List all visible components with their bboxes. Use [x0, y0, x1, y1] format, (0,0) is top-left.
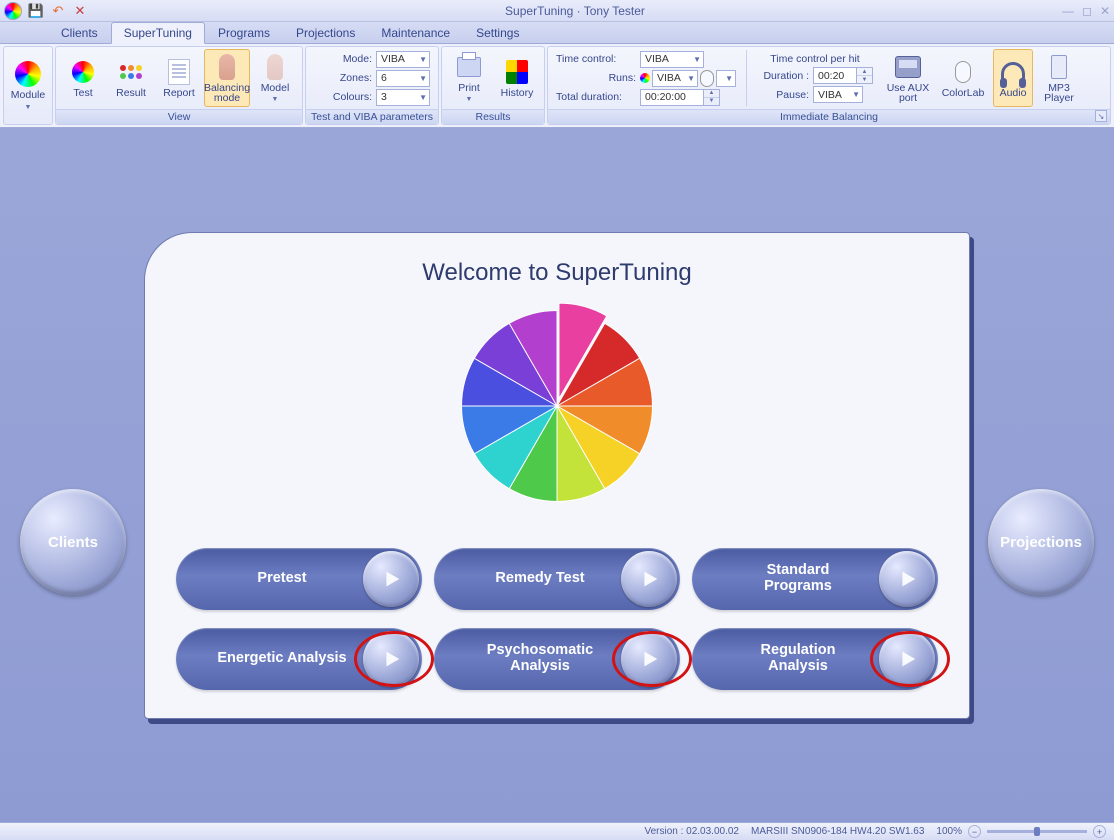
time-control-label: Time control:: [556, 53, 636, 65]
time-control-combo[interactable]: VIBA▼: [640, 51, 704, 68]
zoom-in-button[interactable]: +: [1093, 825, 1106, 838]
standard-programs-button[interactable]: Standard Programs: [692, 548, 938, 610]
mouse-icon: [700, 70, 714, 87]
group-immediate-launcher[interactable]: ↘: [1095, 110, 1107, 122]
history-icon: [506, 60, 528, 84]
mouse-icon: [955, 61, 971, 83]
dots-icon: [120, 65, 142, 79]
regulation-analysis-button[interactable]: Regulation Analysis: [692, 628, 938, 690]
total-duration-field[interactable]: 00:20:00: [640, 89, 704, 106]
energetic-analysis-button[interactable]: Energetic Analysis: [176, 628, 422, 690]
port-icon: [895, 56, 921, 78]
mp3-icon: [1051, 55, 1067, 79]
play-icon: [621, 631, 677, 687]
zones-combo[interactable]: 6▼: [376, 70, 430, 87]
duration-spinner[interactable]: ▲▼: [857, 67, 873, 84]
view-balancing-mode-button[interactable]: Balancing mode: [204, 49, 250, 107]
mp3-player-button[interactable]: MP3 Player: [1039, 49, 1079, 107]
clients-nav-button[interactable]: Clients: [20, 489, 126, 595]
runs-combo[interactable]: VIBA▼: [652, 70, 698, 87]
status-version: Version : 02.03.00.02: [644, 826, 739, 837]
color-wheel-icon: [72, 61, 94, 83]
color-wheel-icon: [15, 61, 41, 87]
group-view-title: View: [56, 109, 302, 124]
mode-combo[interactable]: VIBA▼: [376, 51, 430, 68]
minimize-button[interactable]: —: [1062, 4, 1074, 18]
window-title: SuperTuning · Tony Tester: [88, 4, 1062, 18]
play-icon: [621, 551, 677, 607]
tab-settings[interactable]: Settings: [463, 22, 532, 43]
headphones-icon: [1001, 62, 1025, 82]
zoom-out-button[interactable]: −: [968, 825, 981, 838]
color-wheel-icon: [452, 301, 662, 511]
colours-combo[interactable]: 3▼: [376, 89, 430, 106]
use-aux-port-button[interactable]: Use AUX port: [883, 49, 933, 107]
mode-label: Mode:: [314, 53, 372, 65]
audio-button[interactable]: Audio: [993, 49, 1033, 107]
zones-label: Zones:: [314, 72, 372, 84]
status-device: MARSIII SN0906-184 HW4.20 SW1.63: [751, 826, 924, 837]
group-immediate-title: Immediate Balancing: [548, 109, 1110, 124]
duration-label: Duration :: [757, 70, 809, 82]
zoom-level: 100%: [936, 826, 962, 837]
close-button[interactable]: ✕: [1100, 4, 1110, 18]
play-icon: [363, 631, 419, 687]
qat-undo-button[interactable]: ↶: [50, 3, 66, 19]
tab-programs[interactable]: Programs: [205, 22, 283, 43]
remedy-test-button[interactable]: Remedy Test: [434, 548, 680, 610]
play-icon: [363, 551, 419, 607]
welcome-panel: Welcome to SuperTuning Pretest Remedy Te…: [144, 232, 970, 719]
body-icon: [219, 54, 235, 80]
view-report-button[interactable]: Report: [156, 49, 202, 107]
time-per-hit-label: Time control per hit: [770, 53, 859, 65]
view-result-button[interactable]: Result: [108, 49, 154, 107]
ribbon-tabs: Clients SuperTuning Programs Projections…: [0, 22, 1114, 44]
pause-label: Pause:: [757, 89, 809, 101]
qat-close-button[interactable]: ✕: [72, 3, 88, 19]
history-button[interactable]: History: [494, 49, 540, 107]
total-duration-label: Total duration:: [556, 91, 636, 103]
app-orb-icon[interactable]: [4, 2, 22, 20]
print-button[interactable]: Print▼: [446, 49, 492, 107]
projections-nav-button[interactable]: Projections: [988, 489, 1094, 595]
group-params-title: Test and VIBA parameters: [306, 109, 438, 124]
psychosomatic-analysis-button[interactable]: Psychosomatic Analysis: [434, 628, 680, 690]
qat-save-button[interactable]: 💾: [28, 3, 44, 19]
play-icon: [879, 631, 935, 687]
maximize-button[interactable]: ◻: [1082, 4, 1092, 18]
printer-icon: [457, 57, 481, 77]
body-icon: [267, 54, 283, 80]
duration-field[interactable]: 00:20: [813, 67, 857, 84]
tab-maintenance[interactable]: Maintenance: [368, 22, 463, 43]
tab-clients[interactable]: Clients: [48, 22, 111, 43]
welcome-heading: Welcome to SuperTuning: [167, 259, 947, 287]
total-duration-spinner[interactable]: ▲▼: [704, 89, 720, 106]
report-icon: [168, 59, 190, 85]
zoom-slider[interactable]: [987, 830, 1087, 833]
pretest-button[interactable]: Pretest: [176, 548, 422, 610]
module-button[interactable]: Module▼: [8, 57, 48, 115]
tab-supertuning[interactable]: SuperTuning: [111, 22, 205, 44]
group-results-title: Results: [442, 109, 544, 124]
runs-label: Runs:: [556, 72, 636, 84]
color-wheel-icon: [640, 73, 650, 83]
view-test-button[interactable]: Test: [60, 49, 106, 107]
colorlab-button[interactable]: ColorLab: [939, 49, 987, 107]
tab-projections[interactable]: Projections: [283, 22, 368, 43]
play-icon: [879, 551, 935, 607]
runs-extra-combo[interactable]: ▼: [716, 70, 736, 87]
view-model-button[interactable]: Model▼: [252, 49, 298, 107]
colours-label: Colours:: [314, 91, 372, 103]
pause-combo[interactable]: VIBA▼: [813, 86, 863, 103]
